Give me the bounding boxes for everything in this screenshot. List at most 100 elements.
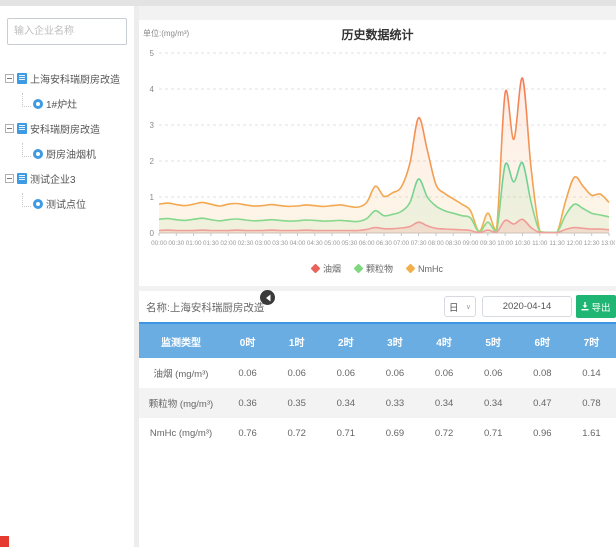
value-cell: 0.47 [518,388,567,418]
bottom-left-red-marker [0,536,9,547]
x-axis-label: 05:30 [342,240,358,247]
table-header-cell: 2时 [321,323,370,358]
monitor-point-icon [33,199,43,209]
legend-item[interactable]: 油烟 [312,262,341,275]
table-header-cell: 监测类型 [139,323,223,358]
value-cell: 0.71 [321,418,370,448]
x-axis-label: 03:30 [272,240,288,247]
table-header-cell: 3时 [370,323,419,358]
history-chart: 01234500:0000:3001:0001:3002:0002:3003:0… [141,42,615,265]
row-type-cell: 颗粒物 (mg/m³) [139,388,223,418]
history-chart-svg: 01234500:0000:3001:0001:3002:0002:3003:0… [141,42,615,260]
chart-title: 历史数据统计 [139,26,616,43]
value-cell: 0.06 [370,358,419,388]
table-header-cell: 1时 [272,323,321,358]
collapse-sidebar-button[interactable] [260,290,275,305]
value-cell: 0.72 [272,418,321,448]
tree-node-company[interactable]: 上海安科瑞厨房改造 [5,66,133,91]
date-input[interactable] [482,296,572,317]
legend-diamond-icon [406,264,416,274]
value-cell: 0.08 [518,358,567,388]
table-row: 油烟 (mg/m³)0.060.060.060.060.060.060.080.… [139,358,616,388]
monitor-point-icon [33,99,43,109]
table-row: 颗粒物 (mg/m³)0.360.350.340.330.340.340.470… [139,388,616,418]
x-axis-label: 08:30 [445,240,461,247]
table-header-cell: 4时 [420,323,469,358]
download-icon [581,302,589,311]
value-cell: 0.36 [223,388,272,418]
value-cell: 0.71 [469,418,518,448]
x-axis-label: 10:00 [497,240,513,247]
data-table-panel: 名称:上海安科瑞厨房改造 日 ∨ 导出 监测类型0时1时2时3时4时5时6时7时… [139,291,616,547]
legend-diamond-icon [354,264,364,274]
tree-node-point[interactable]: 1#炉灶 [5,91,133,116]
chevron-left-icon [265,294,271,302]
value-cell: 0.34 [321,388,370,418]
y-axis-label: 5 [150,49,155,58]
tree-connector [22,93,31,107]
company-icon [17,73,27,84]
value-cell: 0.76 [223,418,272,448]
tree-node-label: 安科瑞厨房改造 [30,121,100,136]
y-axis-label: 2 [150,157,155,166]
tree-node-company[interactable]: 安科瑞厨房改造 [5,116,133,141]
x-axis-label: 02:30 [238,240,254,247]
tree-node-label: 测试点位 [46,196,86,211]
x-axis-label: 04:00 [290,240,306,247]
value-cell: 0.34 [420,388,469,418]
y-axis-label: 0 [150,229,155,238]
tree-collapse-icon[interactable] [5,74,14,83]
table-header-cell: 5时 [469,323,518,358]
main-content: 单位:(mg/m³) 历史数据统计 01234500:0000:3001:000… [139,6,616,547]
value-cell: 0.35 [272,388,321,418]
x-axis-label: 09:00 [463,240,479,247]
value-cell: 0.96 [518,418,567,448]
value-cell: 1.61 [567,418,616,448]
value-cell: 0.69 [370,418,419,448]
tree-node-label: 厨房油烟机 [46,146,96,161]
row-type-cell: NmHc (mg/m³) [139,418,223,448]
x-axis-label: 07:30 [411,240,427,247]
x-axis-label: 01:30 [203,240,219,247]
value-cell: 0.34 [469,388,518,418]
legend-label: NmHc [418,264,443,274]
x-axis-label: 00:00 [151,240,167,247]
x-axis-label: 08:00 [428,240,444,247]
legend-label: 颗粒物 [366,262,393,275]
site-name-label: 名称:上海安科瑞厨房改造 [146,300,264,315]
company-icon [17,123,27,134]
tree-collapse-icon[interactable] [5,124,14,133]
table-header-cell: 0时 [223,323,272,358]
legend-item[interactable]: 颗粒物 [355,262,393,275]
x-axis-label: 07:00 [393,240,409,247]
row-type-cell: 油烟 (mg/m³) [139,358,223,388]
period-select-value: 日 [449,300,459,314]
legend-diamond-icon [311,264,321,274]
value-cell: 0.72 [420,418,469,448]
export-button-label: 导出 [591,300,610,314]
search-input[interactable] [7,18,127,45]
tree-connector [22,193,31,207]
chart-legend: 油烟 颗粒物 NmHc [139,262,616,275]
tree-collapse-icon[interactable] [5,174,14,183]
x-axis-label: 03:00 [255,240,271,247]
tree-node-point[interactable]: 测试点位 [5,191,133,216]
y-axis-label: 3 [150,121,155,130]
tree-node-point[interactable]: 厨房油烟机 [5,141,133,166]
y-axis-label: 4 [150,85,155,94]
export-button[interactable]: 导出 [576,295,616,318]
x-axis-label: 04:30 [307,240,323,247]
y-axis-label: 1 [150,193,155,202]
company-icon [17,173,27,184]
history-chart-panel: 单位:(mg/m³) 历史数据统计 01234500:0000:3001:000… [139,20,616,286]
x-axis-label: 13:00 [601,240,615,247]
x-axis-label: 05:00 [324,240,340,247]
period-select[interactable]: 日 ∨ [444,296,476,317]
x-axis-label: 06:30 [376,240,392,247]
value-cell: 0.06 [420,358,469,388]
table-toolbar: 名称:上海安科瑞厨房改造 日 ∨ 导出 [139,291,616,322]
monitor-point-icon [33,149,43,159]
tree-node-company[interactable]: 测试企业3 [5,166,133,191]
legend-item[interactable]: NmHc [407,264,443,274]
table-header-cell: 6时 [518,323,567,358]
